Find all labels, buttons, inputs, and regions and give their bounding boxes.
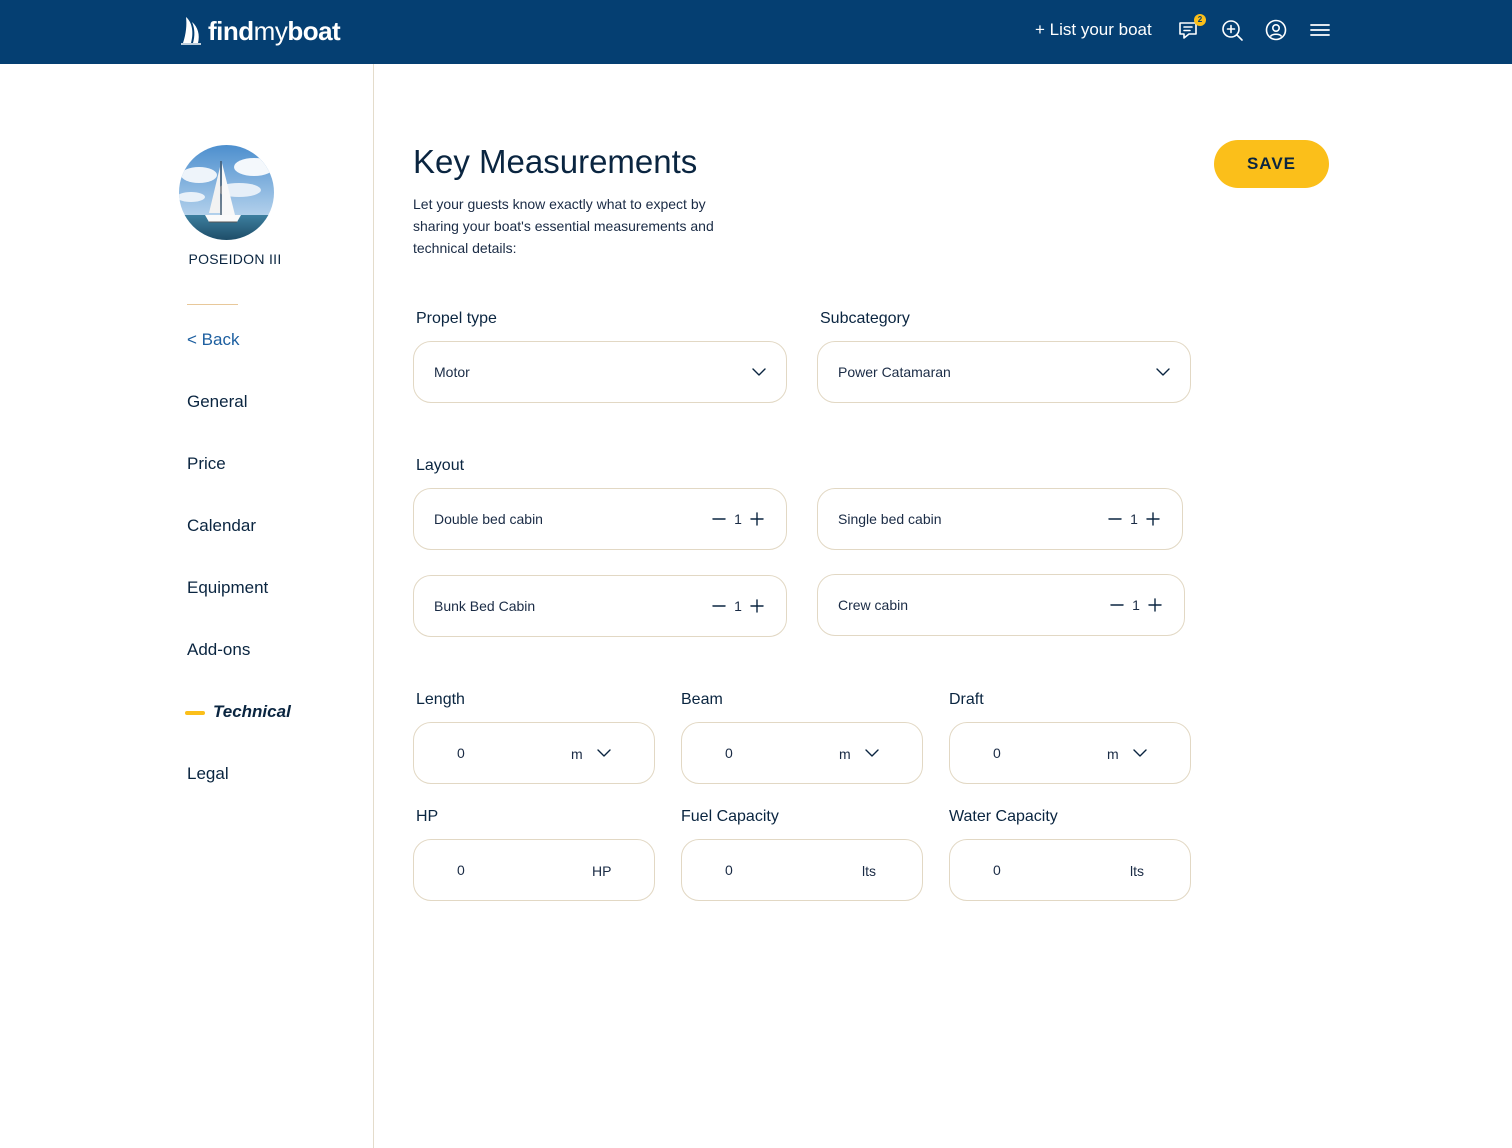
minus-icon[interactable] bbox=[1110, 598, 1124, 612]
minus-icon[interactable] bbox=[1108, 512, 1122, 526]
quantity-stepper: 1 bbox=[712, 596, 764, 616]
plus-icon[interactable] bbox=[1146, 512, 1160, 526]
minus-icon[interactable] bbox=[712, 599, 726, 613]
top-navigation-bar: findmyboat + List your boat 2 bbox=[0, 0, 1512, 64]
water-capacity-input[interactable]: 0 lts bbox=[949, 839, 1191, 901]
plus-icon[interactable] bbox=[1148, 598, 1162, 612]
sidebar: POSEIDON III < Back General Price Calend… bbox=[0, 64, 374, 1148]
propel-type-label: Propel type bbox=[416, 310, 497, 327]
water-capacity-value: 0 bbox=[993, 862, 1001, 878]
stepper-value: 1 bbox=[1130, 511, 1138, 527]
sidebar-item-price[interactable]: Price bbox=[187, 454, 226, 474]
subcategory-value: Power Catamaran bbox=[838, 364, 951, 380]
stepper-value: 1 bbox=[734, 598, 742, 614]
fuel-capacity-value: 0 bbox=[725, 862, 733, 878]
sidebar-item-technical[interactable]: Technical bbox=[213, 702, 291, 722]
hp-input[interactable]: 0 HP bbox=[413, 839, 655, 901]
propel-type-value: Motor bbox=[434, 364, 470, 380]
findmyboat-logo[interactable]: findmyboat bbox=[180, 14, 341, 48]
beam-input[interactable]: 0 m bbox=[681, 722, 923, 784]
length-value: 0 bbox=[457, 745, 465, 761]
layout-label: Layout bbox=[416, 457, 465, 474]
hp-unit: HP bbox=[592, 863, 612, 879]
fuel-capacity-label: Fuel Capacity bbox=[681, 808, 779, 825]
quantity-stepper: 1 bbox=[712, 509, 764, 529]
cabin-double-bed: Double bed cabin 1 bbox=[413, 488, 787, 550]
cabin-crew: Crew cabin 1 bbox=[817, 574, 1185, 636]
page-title: Key Measurements bbox=[413, 143, 698, 180]
chevron-down-icon bbox=[1156, 368, 1170, 376]
quantity-stepper: 1 bbox=[1108, 509, 1160, 529]
length-input[interactable]: 0 m bbox=[413, 722, 655, 784]
fuel-capacity-unit: lts bbox=[862, 863, 876, 879]
chevron-down-icon bbox=[752, 368, 766, 376]
plus-icon[interactable] bbox=[750, 599, 764, 613]
save-button[interactable]: SAVE bbox=[1214, 140, 1329, 188]
page-description: Let your guests know exactly what to exp… bbox=[413, 196, 714, 256]
back-link[interactable]: < Back bbox=[187, 330, 239, 350]
fuel-capacity-input[interactable]: 0 lts bbox=[681, 839, 923, 901]
stepper-value: 1 bbox=[1132, 597, 1140, 613]
menu-icon[interactable] bbox=[1308, 18, 1334, 44]
boat-avatar bbox=[179, 145, 274, 240]
stepper-value: 1 bbox=[734, 511, 742, 527]
length-label: Length bbox=[416, 691, 465, 708]
subcategory-select[interactable]: Power Catamaran bbox=[817, 341, 1191, 403]
beam-label: Beam bbox=[681, 691, 723, 708]
hp-label: HP bbox=[416, 808, 439, 825]
logo-wordmark: findmyboat bbox=[208, 15, 341, 46]
draft-input[interactable]: 0 m bbox=[949, 722, 1191, 784]
hp-value: 0 bbox=[457, 862, 465, 878]
plus-icon[interactable] bbox=[750, 512, 764, 526]
draft-label: Draft bbox=[949, 691, 984, 708]
draft-value: 0 bbox=[993, 745, 1001, 761]
search-zoom-icon[interactable] bbox=[1220, 18, 1246, 44]
length-unit: m bbox=[571, 746, 583, 762]
user-profile-icon[interactable] bbox=[1264, 18, 1290, 44]
propel-type-select[interactable]: Motor bbox=[413, 341, 787, 403]
water-capacity-unit: lts bbox=[1130, 863, 1144, 879]
sail-logo-icon bbox=[181, 17, 201, 45]
active-indicator bbox=[185, 711, 205, 715]
sidebar-item-calendar[interactable]: Calendar bbox=[187, 516, 256, 536]
sidebar-item-general[interactable]: General bbox=[187, 392, 247, 412]
quantity-stepper: 1 bbox=[1110, 595, 1162, 615]
sidebar-item-add-ons[interactable]: Add-ons bbox=[187, 640, 250, 660]
list-your-boat-link[interactable]: + List your boat bbox=[1035, 20, 1152, 40]
chevron-down-icon[interactable] bbox=[597, 746, 611, 760]
cabin-single-bed: Single bed cabin 1 bbox=[817, 488, 1183, 550]
boat-name: POSEIDON III bbox=[188, 251, 282, 267]
sidebar-item-equipment[interactable]: Equipment bbox=[187, 578, 268, 598]
cabin-name: Crew cabin bbox=[838, 597, 909, 613]
chevron-down-icon[interactable] bbox=[1133, 746, 1147, 760]
draft-unit: m bbox=[1107, 746, 1119, 762]
cabin-name: Bunk Bed Cabin bbox=[434, 598, 536, 614]
beam-value: 0 bbox=[725, 745, 733, 761]
messages-icon[interactable]: 2 bbox=[1176, 14, 1206, 44]
cabin-bunk-bed: Bunk Bed Cabin 1 bbox=[413, 575, 787, 637]
beam-unit: m bbox=[839, 746, 851, 762]
messages-badge: 2 bbox=[1194, 14, 1206, 26]
subcategory-label: Subcategory bbox=[820, 310, 910, 327]
water-capacity-label: Water Capacity bbox=[949, 808, 1058, 825]
cabin-name: Double bed cabin bbox=[434, 511, 543, 527]
cabin-name: Single bed cabin bbox=[838, 511, 942, 527]
sidebar-divider bbox=[187, 304, 238, 305]
sidebar-item-legal[interactable]: Legal bbox=[187, 764, 229, 784]
chevron-down-icon[interactable] bbox=[865, 746, 879, 760]
minus-icon[interactable] bbox=[712, 512, 726, 526]
